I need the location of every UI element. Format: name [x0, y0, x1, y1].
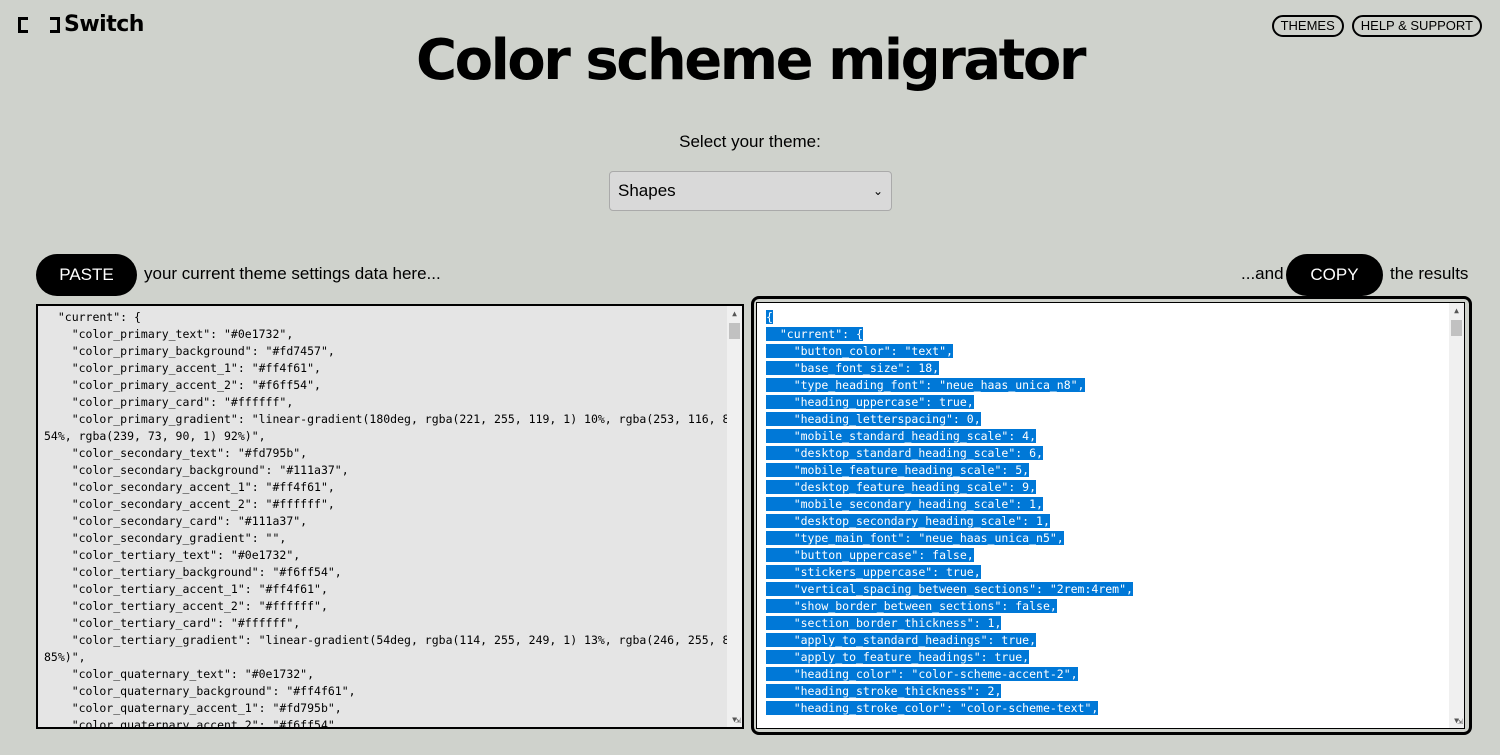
code-line: "color_quaternary_text": "#0e1732", — [44, 667, 315, 681]
code-line: "color_primary_card": "#ffffff", — [44, 395, 294, 409]
code-line: "color_primary_accent_1": "#ff4f61", — [44, 361, 321, 375]
code-line: "color_primary_text": "#0e1732", — [44, 327, 294, 341]
input-code: "current": { "color_primary_text": "#0e1… — [38, 306, 744, 729]
code-line: "color_primary_gradient": "linear-gradie… — [44, 412, 744, 426]
code-line: "color_tertiary_accent_2": "#ffffff", — [44, 599, 328, 613]
scroll-up-icon[interactable]: ▲ — [727, 306, 742, 321]
page-title: Color scheme migrator — [416, 28, 1086, 93]
chevron-down-icon: ⌄ — [872, 184, 883, 198]
code-line: "color_primary_background": "#fd7457", — [44, 344, 335, 358]
code-line: 54%, rgba(239, 73, 90, 1) 92%)", — [44, 429, 266, 443]
code-line: "color_primary_accent_2": "#f6ff54", — [44, 378, 321, 392]
code-line: "current": { — [766, 327, 863, 341]
theme-select[interactable]: Shapes ⌄ — [609, 171, 892, 211]
code-line: "color_quaternary_background": "#ff4f61"… — [44, 684, 356, 698]
code-line: "color_tertiary_gradient": "linear-gradi… — [44, 633, 744, 647]
code-line: "button_uppercase": false, — [766, 548, 974, 562]
code-line: 85%)", — [44, 650, 86, 664]
code-line: "heading_color": "color-scheme-accent-2"… — [766, 667, 1078, 681]
code-line: "type_main_font": "neue_haas_unica_n5", — [766, 531, 1064, 545]
code-line: "color_secondary_text": "#fd795b", — [44, 446, 308, 460]
scroll-thumb[interactable] — [729, 323, 740, 339]
code-line: "heading_stroke_color": "color-scheme-te… — [766, 701, 1099, 715]
code-line: "mobile_feature_heading_scale": 5, — [766, 463, 1030, 477]
code-line: "base_font_size": 18, — [766, 361, 940, 375]
code-line: "desktop_feature_heading_scale": 9, — [766, 480, 1037, 494]
copy-button[interactable]: COPY — [1286, 254, 1383, 296]
code-line: { — [766, 310, 773, 324]
code-line: "color_tertiary_background": "#f6ff54", — [44, 565, 342, 579]
scroll-thumb[interactable] — [1451, 320, 1462, 336]
code-line: "heading_stroke_thickness": 2, — [766, 684, 1002, 698]
code-line: "stickers_uppercase": true, — [766, 565, 981, 579]
code-line: "type_heading_font": "neue_haas_unica_n8… — [766, 378, 1085, 392]
code-line: "heading_uppercase": true, — [766, 395, 974, 409]
output-scrollbar[interactable]: ▲ ▼ — [1449, 303, 1464, 728]
code-line: "mobile_secondary_heading_scale": 1, — [766, 497, 1043, 511]
code-line: "desktop_standard_heading_scale": 6, — [766, 446, 1043, 460]
code-line: "heading_letterspacing": 0, — [766, 412, 981, 426]
code-line: "color_tertiary_card": "#ffffff", — [44, 616, 301, 630]
code-line: "apply_to_standard_headings": true, — [766, 633, 1037, 647]
code-line: "apply_to_feature_headings": true, — [766, 650, 1030, 664]
code-line: "color_quaternary_accent_1": "#fd795b", — [44, 701, 342, 715]
scroll-up-icon[interactable]: ▲ — [1449, 303, 1464, 318]
paste-instruction: your current theme settings data here... — [144, 264, 441, 283]
code-line: "vertical_spacing_between_sections": "2r… — [766, 582, 1133, 596]
code-line: "desktop_secondary_heading_scale": 1, — [766, 514, 1050, 528]
output-textarea[interactable]: { "current": { "button_color": "text", "… — [756, 302, 1465, 729]
results-text: the results — [1390, 264, 1469, 283]
code-line: "color_secondary_accent_2": "#ffffff", — [44, 497, 335, 511]
code-line: "color_secondary_gradient": "", — [44, 531, 287, 545]
code-line: "color_tertiary_accent_1": "#ff4f61", — [44, 582, 328, 596]
code-line: "current": { — [44, 310, 141, 324]
code-line: "color_secondary_accent_1": "#ff4f61", — [44, 480, 335, 494]
code-line: "section_border_thickness": 1, — [766, 616, 1002, 630]
and-text: ...and — [1241, 264, 1284, 283]
input-textarea[interactable]: "current": { "color_primary_text": "#0e1… — [36, 304, 744, 729]
code-line: "mobile_standard_heading_scale": 4, — [766, 429, 1037, 443]
resize-grip-icon[interactable]: ⇲ — [735, 715, 741, 726]
code-line: "color_secondary_card": "#111a37", — [44, 514, 308, 528]
code-line: "color_tertiary_text": "#0e1732", — [44, 548, 301, 562]
resize-grip-icon[interactable]: ⇲ — [1457, 716, 1463, 727]
code-line: "color_quaternary_accent_2": "#f6ff54", — [44, 718, 342, 729]
paste-button[interactable]: PASTE — [36, 254, 137, 296]
code-line: "color_secondary_background": "#111a37", — [44, 463, 349, 477]
theme-select-label: Select your theme: — [679, 132, 821, 151]
output-code: { "current": { "button_color": "text", "… — [757, 303, 1448, 728]
code-line: "button_color": "text", — [766, 344, 953, 358]
theme-select-value: Shapes — [618, 181, 676, 200]
input-scrollbar[interactable]: ▲ ▼ — [727, 306, 742, 727]
code-line: "show_border_between_sections": false, — [766, 599, 1057, 613]
